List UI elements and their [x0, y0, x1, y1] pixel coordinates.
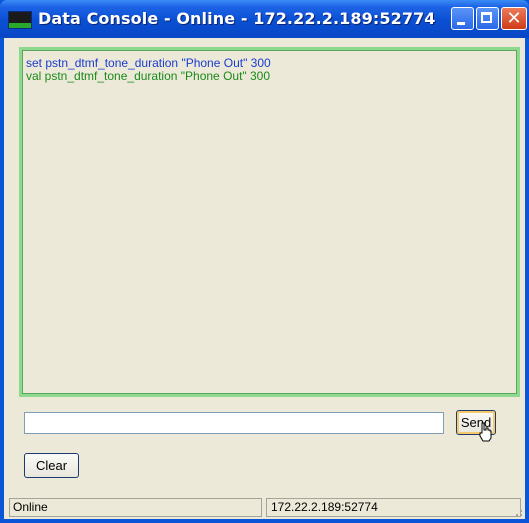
maximize-button[interactable]	[476, 7, 499, 30]
console-output[interactable]: set pstn_dtmf_tone_duration "Phone Out" …	[19, 47, 520, 397]
status-bar: Online 172.22.2.189:52774	[4, 496, 525, 519]
clear-button[interactable]: Clear	[24, 453, 79, 478]
status-address: 172.22.2.189:52774	[266, 498, 521, 517]
close-button[interactable]: ✕	[501, 7, 527, 30]
close-icon: ✕	[506, 8, 522, 29]
output-line-val: val pstn_dtmf_tone_duration "Phone Out" …	[26, 69, 271, 83]
minimize-button[interactable]	[451, 7, 474, 30]
data-console-app-icon[interactable]	[8, 11, 32, 29]
status-text: Online	[9, 498, 262, 517]
title-bar[interactable]: Data Console - Online - 172.22.2.189:527…	[0, 0, 529, 38]
data-console-window: Data Console - Online - 172.22.2.189:527…	[0, 0, 529, 523]
resize-grip-icon[interactable]	[511, 505, 523, 517]
mouse-cursor-icon	[479, 422, 492, 442]
command-input[interactable]	[24, 412, 444, 434]
window-title: Data Console - Online - 172.22.2.189:527…	[38, 9, 436, 28]
